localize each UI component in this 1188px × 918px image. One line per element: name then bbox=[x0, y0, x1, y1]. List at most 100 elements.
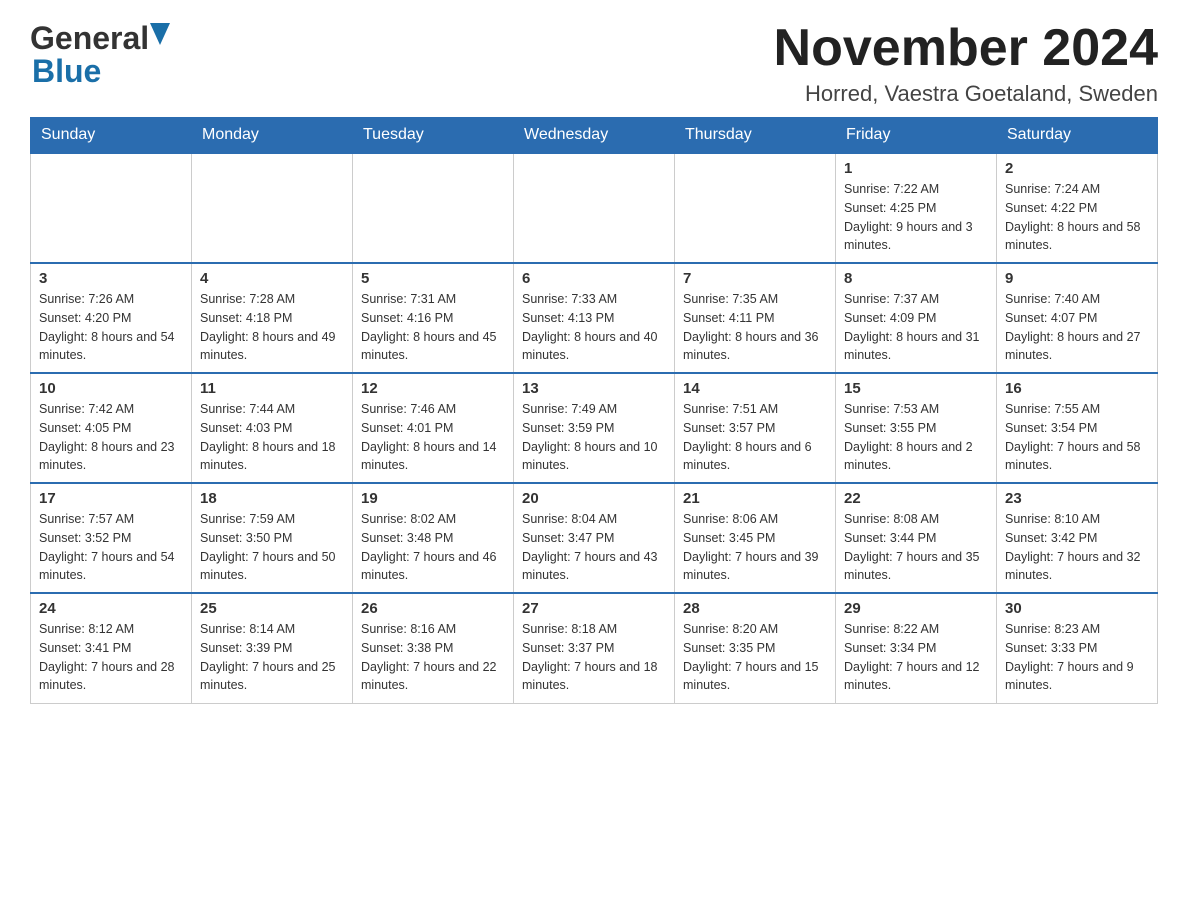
calendar-cell: 26 Sunrise: 8:16 AMSunset: 3:38 PMDayligh… bbox=[353, 593, 514, 703]
calendar-header-monday: Monday bbox=[192, 118, 353, 154]
month-title: November 2024 bbox=[774, 20, 1158, 77]
day-number: 23 bbox=[1005, 490, 1149, 507]
day-info: Sunrise: 7:44 AMSunset: 4:03 PMDaylight:… bbox=[200, 400, 344, 475]
calendar-cell: 9Sunrise: 7:40 AMSunset: 4:07 PMDaylight… bbox=[997, 263, 1158, 373]
day-info: Sunrise: 7:49 AMSunset: 3:59 PMDaylight:… bbox=[522, 400, 666, 475]
day-number: 11 bbox=[200, 380, 344, 397]
calendar-cell: 14 Sunrise: 7:51 AMSunset: 3:57 PMDayligh… bbox=[675, 373, 836, 483]
calendar-cell: 5 Sunrise: 7:31 AMSunset: 4:16 PMDaylight… bbox=[353, 263, 514, 373]
day-number: 14 bbox=[683, 380, 827, 397]
day-number: 24 bbox=[39, 600, 183, 617]
day-number: 6 bbox=[522, 270, 666, 287]
day-number: 3 bbox=[39, 270, 183, 287]
day-number: 26 bbox=[361, 600, 505, 617]
calendar-cell: 2 Sunrise: 7:24 AMSunset: 4:22 PMDaylight… bbox=[997, 153, 1158, 263]
day-info: Sunrise: 7:31 AMSunset: 4:16 PMDaylight:… bbox=[361, 290, 505, 365]
day-info: Sunrise: 8:14 AMSunset: 3:39 PMDaylight:… bbox=[200, 620, 344, 695]
calendar-cell: 30 Sunrise: 8:23 AMSunset: 3:33 PMDayligh… bbox=[997, 593, 1158, 703]
day-info: Sunrise: 7:46 AMSunset: 4:01 PMDaylight:… bbox=[361, 400, 505, 475]
calendar-cell: 25 Sunrise: 8:14 AMSunset: 3:39 PMDayligh… bbox=[192, 593, 353, 703]
day-number: 16 bbox=[1005, 380, 1149, 397]
day-info: Sunrise: 8:12 AMSunset: 3:41 PMDaylight:… bbox=[39, 620, 183, 695]
day-number: 28 bbox=[683, 600, 827, 617]
calendar-cell: 13 Sunrise: 7:49 AMSunset: 3:59 PMDayligh… bbox=[514, 373, 675, 483]
calendar-cell: 11 Sunrise: 7:44 AMSunset: 4:03 PMDayligh… bbox=[192, 373, 353, 483]
day-info: Sunrise: 7:40 AMSunset: 4:07 PMDaylight:… bbox=[1005, 290, 1149, 365]
day-number: 8 bbox=[844, 270, 988, 287]
logo-general-text: General bbox=[30, 20, 149, 57]
calendar-cell: 1 Sunrise: 7:22 AMSunset: 4:25 PMDaylight… bbox=[836, 153, 997, 263]
day-number: 19 bbox=[361, 490, 505, 507]
calendar-cell: 17Sunrise: 7:57 AMSunset: 3:52 PMDayligh… bbox=[31, 483, 192, 593]
calendar-cell bbox=[353, 153, 514, 263]
calendar-cell: 27 Sunrise: 8:18 AMSunset: 3:37 PMDayligh… bbox=[514, 593, 675, 703]
calendar-week-3: 10 Sunrise: 7:42 AMSunset: 4:05 PMDayligh… bbox=[31, 373, 1158, 483]
calendar-cell: 19 Sunrise: 8:02 AMSunset: 3:48 PMDayligh… bbox=[353, 483, 514, 593]
calendar-cell: 29Sunrise: 8:22 AMSunset: 3:34 PMDayligh… bbox=[836, 593, 997, 703]
calendar-cell: 6 Sunrise: 7:33 AMSunset: 4:13 PMDaylight… bbox=[514, 263, 675, 373]
day-number: 17 bbox=[39, 490, 183, 507]
day-info: Sunrise: 7:26 AMSunset: 4:20 PMDaylight:… bbox=[39, 290, 183, 365]
calendar-header-row: SundayMondayTuesdayWednesdayThursdayFrid… bbox=[31, 118, 1158, 154]
calendar-cell: 8 Sunrise: 7:37 AMSunset: 4:09 PMDaylight… bbox=[836, 263, 997, 373]
calendar-header-saturday: Saturday bbox=[997, 118, 1158, 154]
day-number: 10 bbox=[39, 380, 183, 397]
calendar-cell: 28 Sunrise: 8:20 AMSunset: 3:35 PMDayligh… bbox=[675, 593, 836, 703]
calendar-week-5: 24 Sunrise: 8:12 AMSunset: 3:41 PMDayligh… bbox=[31, 593, 1158, 703]
day-info: Sunrise: 7:22 AMSunset: 4:25 PMDaylight:… bbox=[844, 180, 988, 255]
day-number: 12 bbox=[361, 380, 505, 397]
day-info: Sunrise: 7:51 AMSunset: 3:57 PMDaylight:… bbox=[683, 400, 827, 475]
day-info: Sunrise: 8:22 AMSunset: 3:34 PMDaylight:… bbox=[844, 620, 988, 695]
calendar-cell: 22 Sunrise: 8:08 AMSunset: 3:44 PMDayligh… bbox=[836, 483, 997, 593]
calendar-cell: 7Sunrise: 7:35 AMSunset: 4:11 PMDaylight… bbox=[675, 263, 836, 373]
location-text: Horred, Vaestra Goetaland, Sweden bbox=[774, 81, 1158, 107]
calendar-cell: 21Sunrise: 8:06 AMSunset: 3:45 PMDayligh… bbox=[675, 483, 836, 593]
day-number: 2 bbox=[1005, 160, 1149, 177]
day-info: Sunrise: 8:04 AMSunset: 3:47 PMDaylight:… bbox=[522, 510, 666, 585]
day-number: 20 bbox=[522, 490, 666, 507]
day-info: Sunrise: 7:28 AMSunset: 4:18 PMDaylight:… bbox=[200, 290, 344, 365]
calendar-header-friday: Friday bbox=[836, 118, 997, 154]
day-number: 22 bbox=[844, 490, 988, 507]
day-info: Sunrise: 7:35 AMSunset: 4:11 PMDaylight:… bbox=[683, 290, 827, 365]
logo: General Blue bbox=[30, 20, 174, 90]
calendar-header-tuesday: Tuesday bbox=[353, 118, 514, 154]
day-info: Sunrise: 7:53 AMSunset: 3:55 PMDaylight:… bbox=[844, 400, 988, 475]
calendar-cell: 23 Sunrise: 8:10 AMSunset: 3:42 PMDayligh… bbox=[997, 483, 1158, 593]
day-number: 1 bbox=[844, 160, 988, 177]
day-number: 4 bbox=[200, 270, 344, 287]
day-info: Sunrise: 8:08 AMSunset: 3:44 PMDaylight:… bbox=[844, 510, 988, 585]
calendar-header-wednesday: Wednesday bbox=[514, 118, 675, 154]
calendar-cell: 3 Sunrise: 7:26 AMSunset: 4:20 PMDaylight… bbox=[31, 263, 192, 373]
calendar-cell: 18Sunrise: 7:59 AMSunset: 3:50 PMDayligh… bbox=[192, 483, 353, 593]
calendar-week-1: 1 Sunrise: 7:22 AMSunset: 4:25 PMDaylight… bbox=[31, 153, 1158, 263]
title-section: November 2024 Horred, Vaestra Goetaland,… bbox=[774, 20, 1158, 107]
day-info: Sunrise: 8:02 AMSunset: 3:48 PMDaylight:… bbox=[361, 510, 505, 585]
day-number: 18 bbox=[200, 490, 344, 507]
calendar-cell: 12 Sunrise: 7:46 AMSunset: 4:01 PMDayligh… bbox=[353, 373, 514, 483]
day-info: Sunrise: 8:23 AMSunset: 3:33 PMDaylight:… bbox=[1005, 620, 1149, 695]
day-info: Sunrise: 8:18 AMSunset: 3:37 PMDaylight:… bbox=[522, 620, 666, 695]
day-info: Sunrise: 7:42 AMSunset: 4:05 PMDaylight:… bbox=[39, 400, 183, 475]
day-info: Sunrise: 7:33 AMSunset: 4:13 PMDaylight:… bbox=[522, 290, 666, 365]
calendar-cell: 24 Sunrise: 8:12 AMSunset: 3:41 PMDayligh… bbox=[31, 593, 192, 703]
calendar-cell bbox=[675, 153, 836, 263]
day-info: Sunrise: 7:24 AMSunset: 4:22 PMDaylight:… bbox=[1005, 180, 1149, 255]
day-info: Sunrise: 8:16 AMSunset: 3:38 PMDaylight:… bbox=[361, 620, 505, 695]
day-info: Sunrise: 8:06 AMSunset: 3:45 PMDaylight:… bbox=[683, 510, 827, 585]
day-number: 13 bbox=[522, 380, 666, 397]
logo-blue-text: Blue bbox=[32, 53, 101, 90]
day-number: 5 bbox=[361, 270, 505, 287]
day-info: Sunrise: 8:10 AMSunset: 3:42 PMDaylight:… bbox=[1005, 510, 1149, 585]
day-info: Sunrise: 7:37 AMSunset: 4:09 PMDaylight:… bbox=[844, 290, 988, 365]
day-number: 30 bbox=[1005, 600, 1149, 617]
calendar-cell: 10 Sunrise: 7:42 AMSunset: 4:05 PMDayligh… bbox=[31, 373, 192, 483]
day-info: Sunrise: 8:20 AMSunset: 3:35 PMDaylight:… bbox=[683, 620, 827, 695]
calendar-cell bbox=[31, 153, 192, 263]
calendar-header-sunday: Sunday bbox=[31, 118, 192, 154]
page-header: General Blue November 2024 Horred, Vaest… bbox=[30, 20, 1158, 107]
day-number: 15 bbox=[844, 380, 988, 397]
logo-triangle-icon bbox=[150, 23, 174, 51]
day-number: 27 bbox=[522, 600, 666, 617]
day-number: 25 bbox=[200, 600, 344, 617]
